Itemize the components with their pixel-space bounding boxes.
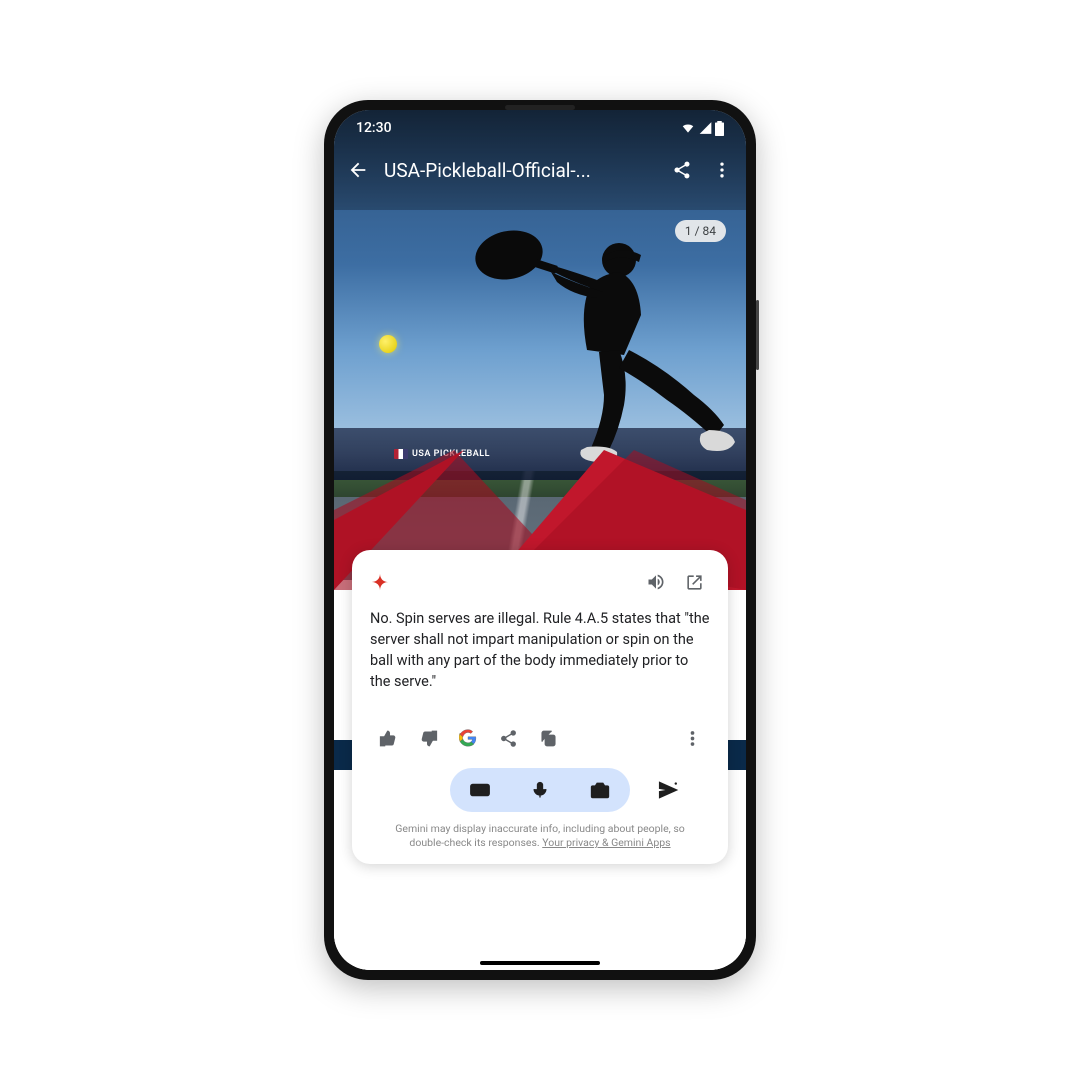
share-response-button[interactable] bbox=[490, 720, 526, 756]
phone-speaker bbox=[505, 105, 575, 110]
send-button[interactable] bbox=[648, 770, 688, 810]
mic-button[interactable] bbox=[520, 770, 560, 810]
app-bar: USA-Pickleball-Official-... bbox=[334, 146, 746, 194]
signal-icon bbox=[698, 121, 713, 135]
camera-button[interactable] bbox=[580, 770, 620, 810]
thumbs-down-button[interactable] bbox=[410, 720, 446, 756]
back-button[interactable] bbox=[344, 156, 372, 184]
google-search-button[interactable] bbox=[450, 720, 486, 756]
pickleball-ball bbox=[379, 335, 397, 353]
status-indicators bbox=[680, 121, 724, 136]
screen: USA PICKLEBALL bbox=[334, 110, 746, 970]
assistant-response-card: No. Spin serves are illegal. Rule 4.A.5 … bbox=[352, 550, 728, 864]
copy-button[interactable] bbox=[530, 720, 566, 756]
app-bar-title: USA-Pickleball-Official-... bbox=[384, 159, 656, 182]
status-bar: 12:30 bbox=[334, 110, 746, 146]
disclaimer-text: Gemini may display inaccurate info, incl… bbox=[370, 822, 710, 850]
page-indicator[interactable]: 1 / 84 bbox=[675, 220, 726, 242]
response-actions bbox=[370, 720, 710, 756]
input-pill bbox=[450, 768, 630, 812]
input-row bbox=[370, 768, 710, 812]
open-external-button[interactable] bbox=[678, 566, 710, 598]
disclaimer-line2: double-check its responses. bbox=[409, 836, 542, 849]
battery-icon bbox=[715, 121, 724, 136]
phone-frame: USA PICKLEBALL bbox=[324, 100, 756, 980]
response-text: No. Spin serves are illegal. Rule 4.A.5 … bbox=[370, 608, 710, 692]
keyboard-button[interactable] bbox=[460, 770, 500, 810]
status-time: 12:30 bbox=[356, 120, 392, 136]
top-overlay: 12:30 USA-Pickleball-Official-... bbox=[334, 110, 746, 210]
wifi-icon bbox=[680, 121, 696, 135]
share-button[interactable] bbox=[668, 156, 696, 184]
thumbs-up-button[interactable] bbox=[370, 720, 406, 756]
read-aloud-button[interactable] bbox=[640, 566, 672, 598]
gemini-spark-icon bbox=[370, 572, 390, 592]
privacy-link[interactable]: Your privacy & Gemini Apps bbox=[542, 836, 670, 849]
overflow-menu-button[interactable] bbox=[708, 156, 736, 184]
more-actions-button[interactable] bbox=[674, 720, 710, 756]
home-indicator[interactable] bbox=[480, 961, 600, 965]
disclaimer-line1: Gemini may display inaccurate info, incl… bbox=[395, 822, 685, 835]
